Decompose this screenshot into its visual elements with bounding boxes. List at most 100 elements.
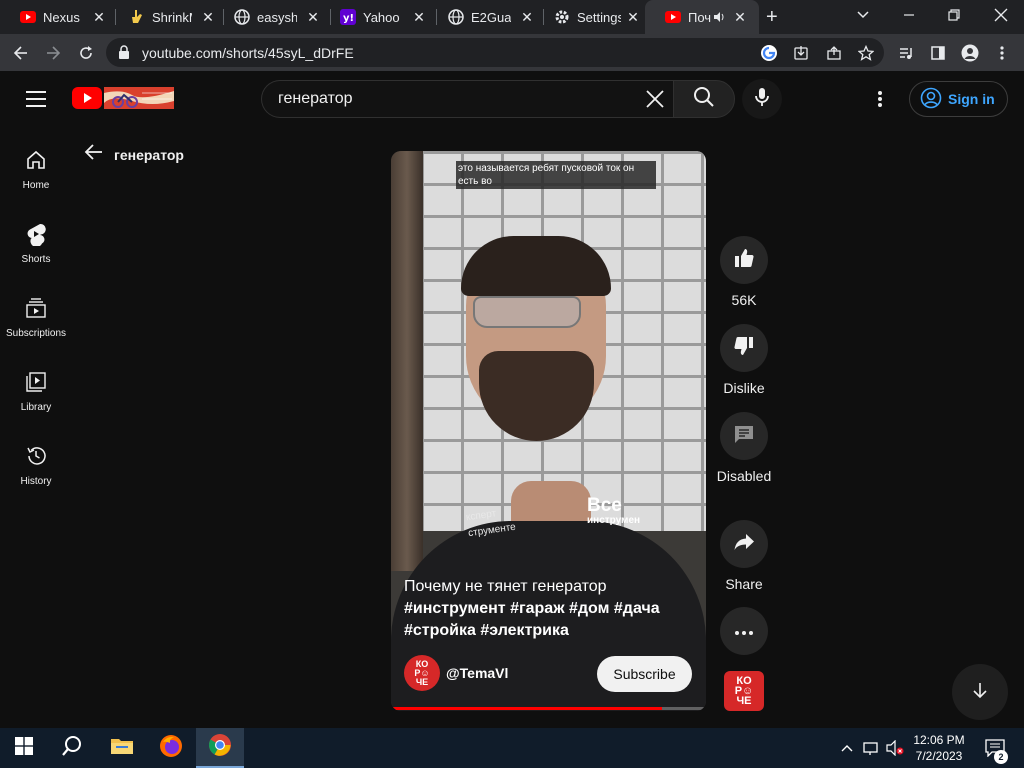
start-button[interactable]: [0, 728, 48, 768]
network-icon[interactable]: [862, 740, 880, 756]
subscriptions-icon: [24, 296, 48, 320]
channel-thumbnail[interactable]: КО Р☺ ЧЕ: [724, 671, 764, 711]
clear-search-icon[interactable]: [644, 88, 666, 110]
sign-in-label: Sign in: [948, 91, 995, 107]
settings-menu-icon[interactable]: [868, 87, 892, 111]
browser-tab[interactable]: y! Yahoo | ✕: [320, 0, 434, 34]
menu-icon[interactable]: [26, 91, 46, 107]
chevron-up-icon[interactable]: [838, 740, 856, 756]
sidebar-item-shorts[interactable]: Shorts: [0, 222, 72, 296]
windows-taskbar: 12:06 PM 7/2/2023 2: [0, 728, 1024, 768]
more-actions-circle[interactable]: [720, 607, 768, 655]
video-title[interactable]: Почему не тянет генератор #инструмент #г…: [404, 576, 694, 642]
dislike-label: Dislike: [723, 380, 765, 396]
bookmark-star-icon[interactable]: [856, 43, 876, 63]
profile-icon[interactable]: [957, 40, 983, 66]
sidebar-item-subscriptions[interactable]: Subscriptions: [0, 296, 72, 370]
search-button[interactable]: [673, 80, 735, 118]
speaker-icon[interactable]: [713, 10, 725, 28]
restore-icon[interactable]: [947, 8, 961, 27]
close-icon[interactable]: ✕: [624, 8, 642, 26]
sidebar-item-home[interactable]: Home: [0, 148, 72, 222]
tab-title: E2Guard: [471, 10, 511, 25]
side-panel-icon[interactable]: [925, 40, 951, 66]
sidebar-item-history[interactable]: History: [0, 444, 72, 518]
channel-avatar[interactable]: КО Р☺ ЧЕ: [404, 655, 440, 691]
share-label: Share: [725, 576, 763, 592]
sidebar-item-label: Subscriptions: [5, 328, 67, 339]
share-page-icon[interactable]: [824, 43, 844, 63]
next-video-button[interactable]: [952, 664, 1008, 720]
volume-muted-icon[interactable]: [886, 740, 904, 756]
lock-icon[interactable]: [118, 45, 130, 64]
address-bar[interactable]: youtube.com/shorts/45syL_dDrFE: [106, 38, 884, 67]
google-icon[interactable]: [759, 43, 779, 63]
reload-icon[interactable]: [73, 40, 99, 66]
clock-date: 7/2/2023: [915, 749, 963, 763]
video-title-text: Почему не тянет генератор: [404, 578, 607, 595]
sidebar-item-library[interactable]: Library: [0, 370, 72, 444]
short-video-player[interactable]: Все инструмен ксперт струменте это назыв…: [391, 151, 706, 711]
new-tab-button[interactable]: +: [766, 6, 778, 29]
shirt-text: ксперт струменте: [465, 508, 517, 540]
video-hashtags[interactable]: #инструмент #гараж #дом #дача #стройка #…: [404, 600, 660, 639]
install-icon[interactable]: [791, 43, 811, 63]
comments-button[interactable]: Disabled: [716, 412, 772, 486]
close-icon[interactable]: ✕: [731, 8, 749, 26]
folder-icon: [110, 736, 134, 761]
globe-icon: [448, 9, 464, 25]
firefox-button[interactable]: [147, 728, 195, 768]
channel-info[interactable]: КО Р☺ ЧЕ @TemaVl: [404, 655, 508, 691]
channel-handle[interactable]: @TemaVl: [446, 665, 508, 681]
windows-logo-icon: [15, 736, 33, 760]
forward-arrow-icon[interactable]: [40, 40, 66, 66]
yahoo-icon: y!: [340, 9, 356, 25]
thumbs-down-icon: [733, 335, 755, 362]
minimize-icon[interactable]: [902, 8, 916, 27]
chrome-button[interactable]: [196, 728, 244, 768]
share-button[interactable]: Share: [716, 520, 772, 594]
close-icon[interactable]: ✕: [90, 8, 108, 26]
dislike-button[interactable]: Dislike: [716, 324, 772, 398]
clock-time: 12:06 PM: [913, 733, 965, 747]
browser-tab[interactable]: Settings ✕: [534, 0, 648, 34]
more-horizontal-icon: [735, 622, 753, 640]
arrow-down-icon: [971, 681, 989, 704]
system-clock[interactable]: 12:06 PM 7/2/2023: [908, 732, 970, 764]
sidebar-item-label: Home: [22, 180, 50, 191]
sign-in-button[interactable]: Sign in: [909, 81, 1008, 117]
comment-icon: [733, 423, 755, 450]
browser-tab[interactable]: easysha ✕: [214, 0, 328, 34]
browser-tab[interactable]: ShrinkM ✕: [109, 0, 223, 34]
browser-tab[interactable]: Nexus U ✕: [0, 0, 114, 34]
comments-label: Disabled: [716, 468, 772, 484]
browser-tab-active[interactable]: Поч ✕: [645, 0, 759, 34]
browser-menu-icon[interactable]: [989, 40, 1015, 66]
file-explorer-button[interactable]: [98, 728, 146, 768]
dislike-button-circle[interactable]: [720, 324, 768, 372]
browser-tab[interactable]: E2Guard ✕: [428, 0, 542, 34]
search-query: генератор: [278, 90, 353, 107]
home-icon: [24, 148, 48, 172]
taskbar-search-button[interactable]: [48, 728, 96, 768]
like-button[interactable]: 56K: [716, 236, 772, 310]
sidebar-item-label: Shorts: [21, 254, 51, 265]
comments-button-circle[interactable]: [720, 412, 768, 460]
youtube-logo[interactable]: [72, 87, 174, 109]
more-actions-button[interactable]: [716, 607, 772, 655]
back-arrow-icon[interactable]: [8, 40, 34, 66]
video-progress-bar[interactable]: [391, 707, 706, 710]
media-control-icon[interactable]: [893, 40, 919, 66]
share-button-circle[interactable]: [720, 520, 768, 568]
gear-icon: [554, 9, 570, 25]
youtube-header: генератор Sign in: [0, 71, 1024, 127]
chevron-down-icon[interactable]: [855, 6, 871, 27]
window-close-icon[interactable]: [993, 7, 1009, 28]
back-to-search[interactable]: генератор: [84, 142, 184, 167]
voice-search-button[interactable]: [742, 79, 782, 119]
like-button-circle[interactable]: [720, 236, 768, 284]
arrow-left-icon[interactable]: [84, 142, 104, 167]
search-input[interactable]: генератор: [261, 80, 674, 118]
close-icon[interactable]: ✕: [410, 8, 428, 26]
subscribe-button[interactable]: Subscribe: [597, 656, 692, 692]
